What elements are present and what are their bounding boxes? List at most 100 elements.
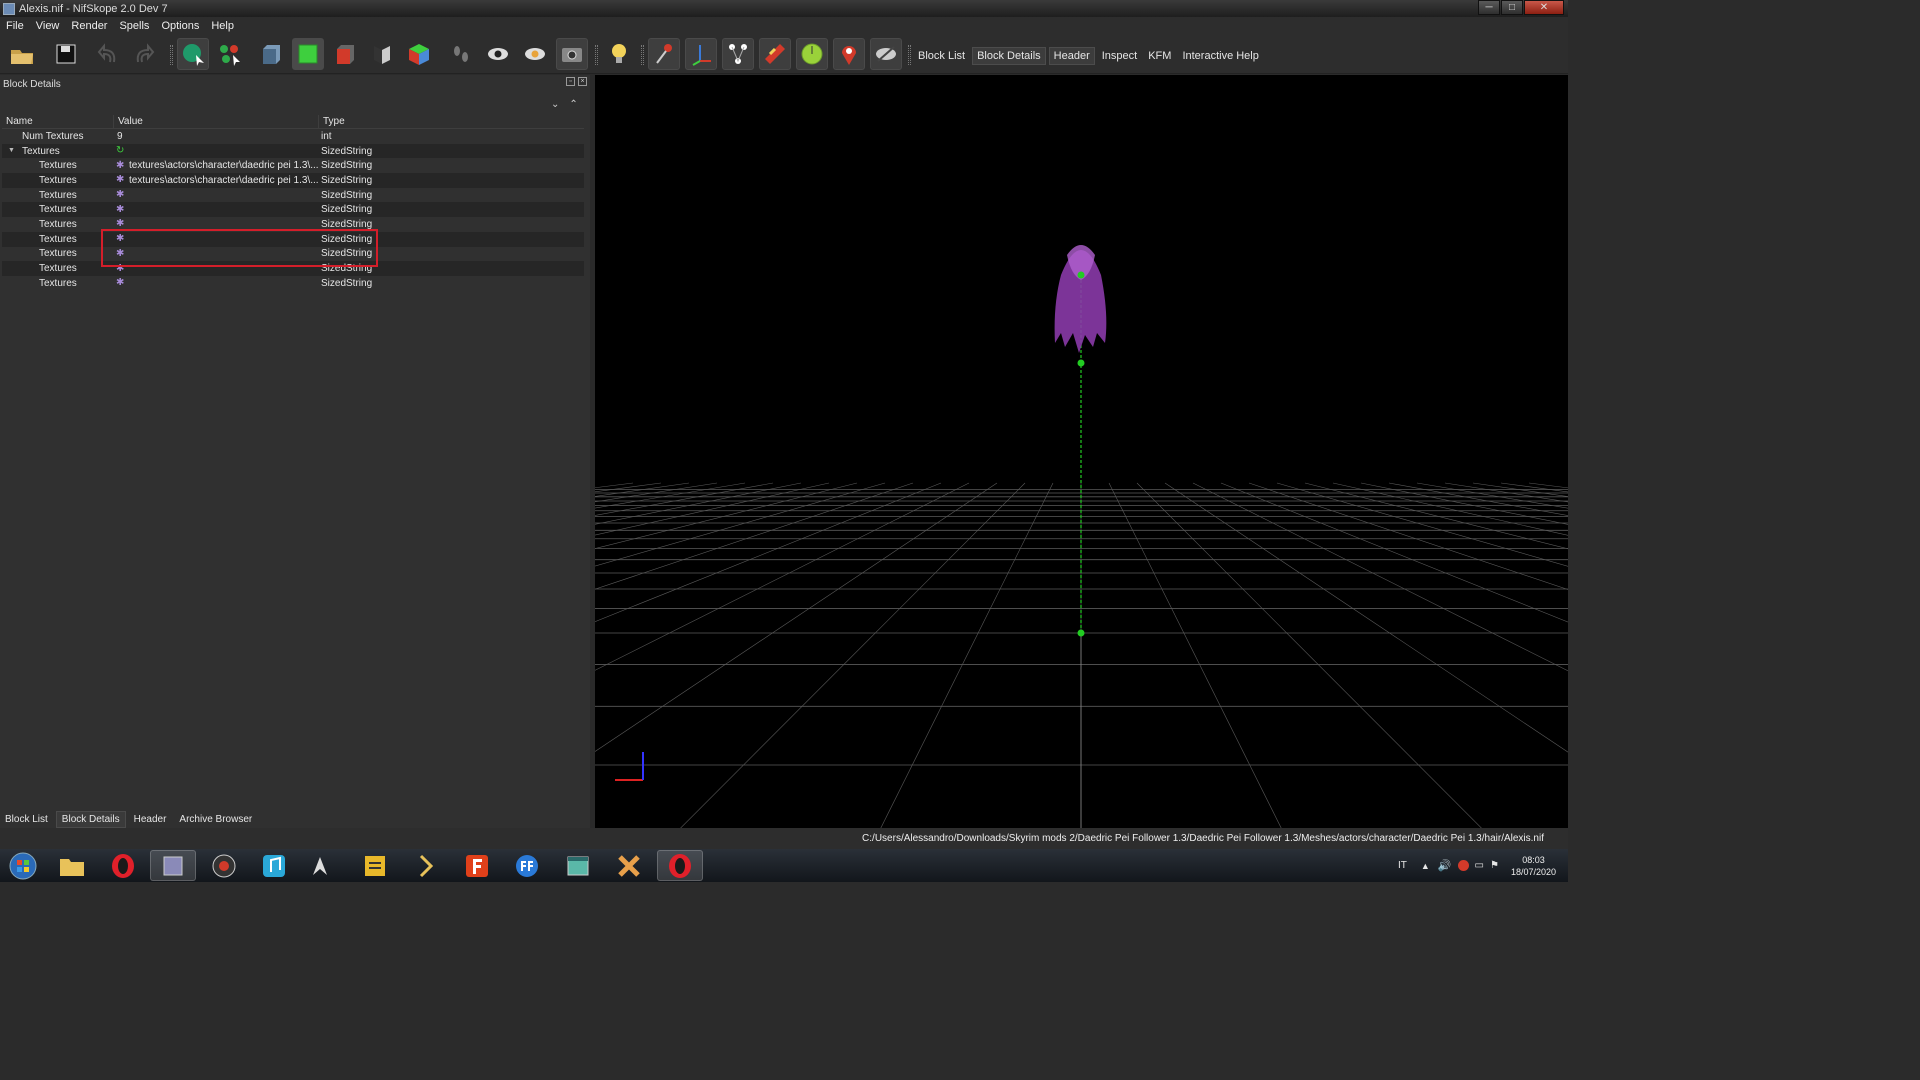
row-value[interactable]: ✱ bbox=[114, 190, 319, 200]
show-constraints-icon[interactable] bbox=[796, 38, 828, 70]
grid-line bbox=[1304, 482, 1568, 550]
row-value[interactable]: ✱ textures\actors\character\daedric pei 1… bbox=[114, 175, 319, 186]
menu-file[interactable]: File bbox=[0, 20, 30, 32]
mail-icon[interactable] bbox=[1457, 860, 1469, 871]
show-collision-icon[interactable] bbox=[759, 38, 791, 70]
row-name-label: Textures bbox=[39, 263, 77, 275]
menu-view[interactable]: View bbox=[30, 20, 66, 32]
tree-row[interactable]: ▼ Textures ↻ SizedString bbox=[2, 143, 584, 159]
flag-icon[interactable]: ⚑ bbox=[1490, 860, 1499, 871]
expand-up-icon[interactable]: ⌃ bbox=[569, 99, 577, 110]
walk-mode-icon[interactable] bbox=[445, 38, 477, 70]
bone-node bbox=[1077, 359, 1085, 367]
row-name: Num Textures bbox=[2, 131, 114, 142]
window-app-icon[interactable] bbox=[555, 850, 601, 881]
show-markers-icon[interactable] bbox=[648, 38, 680, 70]
open-file-icon[interactable] bbox=[6, 38, 38, 70]
tree-row[interactable]: Textures ✱ SizedString bbox=[2, 188, 584, 203]
column-value[interactable]: Value bbox=[114, 115, 319, 128]
tree-row[interactable]: Num Textures 9 int bbox=[2, 129, 584, 144]
row-value[interactable]: ↻ bbox=[114, 146, 319, 156]
menu-bar: File View Render Spells Options Help bbox=[0, 17, 1568, 35]
tree-row[interactable]: Textures ✱ SizedString bbox=[2, 202, 584, 218]
close-button[interactable]: ✕ bbox=[1524, 0, 1564, 15]
tab-archive-browser[interactable]: Archive Browser bbox=[174, 812, 257, 827]
music-icon[interactable] bbox=[251, 850, 297, 881]
select-object-icon[interactable] bbox=[177, 38, 209, 70]
row-value[interactable]: ✱ textures\actors\character\daedric pei 1… bbox=[114, 160, 319, 171]
toolbar-block-details[interactable]: Block Details bbox=[972, 47, 1046, 65]
volume-icon[interactable]: 🔊 bbox=[1438, 859, 1452, 872]
toolbar-interactive-help[interactable]: Interactive Help bbox=[1178, 48, 1262, 64]
menu-spells[interactable]: Spells bbox=[113, 20, 155, 32]
collapse-down-icon[interactable]: ⌄ bbox=[551, 99, 559, 110]
antivirus-icon[interactable] bbox=[201, 850, 247, 881]
undo-icon[interactable] bbox=[92, 38, 124, 70]
view-flip-icon[interactable] bbox=[366, 38, 398, 70]
show-hidden-icon[interactable] bbox=[482, 38, 514, 70]
clock[interactable]: 08:03 18/07/2020 bbox=[1511, 854, 1556, 878]
toolbar-block-list[interactable]: Block List bbox=[914, 48, 969, 64]
view-top-icon[interactable] bbox=[292, 38, 324, 70]
row-value[interactable]: ✱ bbox=[114, 278, 319, 288]
view-side-icon[interactable] bbox=[329, 38, 361, 70]
menu-render[interactable]: Render bbox=[65, 20, 113, 32]
menu-options[interactable]: Options bbox=[155, 20, 205, 32]
gear-icon: ✱ bbox=[116, 278, 125, 289]
select-vertex-icon[interactable] bbox=[214, 38, 246, 70]
ffdec-icon[interactable] bbox=[504, 850, 550, 881]
row-value[interactable]: ✱ bbox=[114, 219, 319, 229]
opera-icon[interactable] bbox=[100, 850, 146, 881]
opera-window-icon[interactable] bbox=[657, 850, 703, 881]
arrow-icon[interactable] bbox=[403, 850, 449, 881]
expand-arrow-icon[interactable]: ▼ bbox=[8, 147, 15, 154]
column-name[interactable]: Name bbox=[2, 115, 114, 128]
tab-block-list[interactable]: Block List bbox=[0, 812, 53, 827]
show-furniture-icon[interactable] bbox=[833, 38, 865, 70]
view-perspective-icon[interactable] bbox=[403, 38, 435, 70]
show-nodes-icon[interactable] bbox=[722, 38, 754, 70]
row-name: Textures bbox=[2, 190, 114, 201]
puzzle-icon[interactable] bbox=[606, 850, 652, 881]
nifskope-icon[interactable] bbox=[150, 850, 196, 881]
panel-float-icon[interactable]: ▫ bbox=[566, 77, 575, 86]
start-icon[interactable] bbox=[0, 850, 46, 881]
tree-row[interactable]: Textures ✱ SizedString bbox=[2, 276, 584, 291]
screenshot-icon[interactable] bbox=[556, 38, 588, 70]
toolbar-inspect[interactable]: Inspect bbox=[1098, 48, 1141, 64]
language-indicator[interactable]: IT bbox=[1398, 860, 1407, 871]
toolbar-kfm[interactable]: KFM bbox=[1144, 48, 1175, 64]
grid-line bbox=[1332, 482, 1568, 536]
panel-close-icon[interactable]: × bbox=[578, 77, 587, 86]
view-front-icon[interactable] bbox=[255, 38, 287, 70]
row-value-text: textures\actors\character\daedric pei 1.… bbox=[129, 174, 319, 186]
tab-header[interactable]: Header bbox=[129, 812, 172, 827]
redo-icon[interactable] bbox=[128, 38, 160, 70]
column-type[interactable]: Type bbox=[319, 115, 584, 128]
tab-block-details[interactable]: Block Details bbox=[55, 810, 126, 828]
grid-line bbox=[1388, 482, 1568, 516]
toolbar-header[interactable]: Header bbox=[1048, 47, 1095, 65]
foxit-icon[interactable] bbox=[454, 850, 500, 881]
lighting-icon[interactable] bbox=[603, 38, 635, 70]
panel-title: Block Details bbox=[3, 79, 61, 90]
skyrim-icon[interactable] bbox=[297, 850, 343, 881]
row-name-label: Textures bbox=[39, 160, 77, 172]
show-axes-icon[interactable] bbox=[685, 38, 717, 70]
tree-row[interactable]: Textures ✱ textures\actors\character\daedr… bbox=[2, 173, 584, 188]
row-value[interactable]: 9 bbox=[114, 131, 319, 142]
show-visible-icon[interactable] bbox=[519, 38, 551, 70]
folder-icon[interactable] bbox=[49, 850, 95, 881]
menu-help[interactable]: Help bbox=[205, 20, 240, 32]
row-type: SizedString bbox=[321, 160, 373, 172]
row-value[interactable]: ✱ bbox=[114, 205, 319, 215]
notes-icon[interactable] bbox=[352, 850, 398, 881]
save-file-icon[interactable] bbox=[50, 38, 82, 70]
render-viewport[interactable] bbox=[595, 75, 1568, 828]
minimize-button[interactable]: ─ bbox=[1478, 0, 1500, 15]
tray-expand-icon[interactable]: ▲ bbox=[1421, 861, 1430, 871]
show-hidden-toggle-icon[interactable] bbox=[870, 38, 902, 70]
maximize-button[interactable]: □ bbox=[1501, 0, 1523, 15]
network-icon[interactable]: ▭ bbox=[1475, 860, 1484, 871]
tree-row[interactable]: Textures ✱ textures\actors\character\daedr… bbox=[2, 158, 584, 173]
